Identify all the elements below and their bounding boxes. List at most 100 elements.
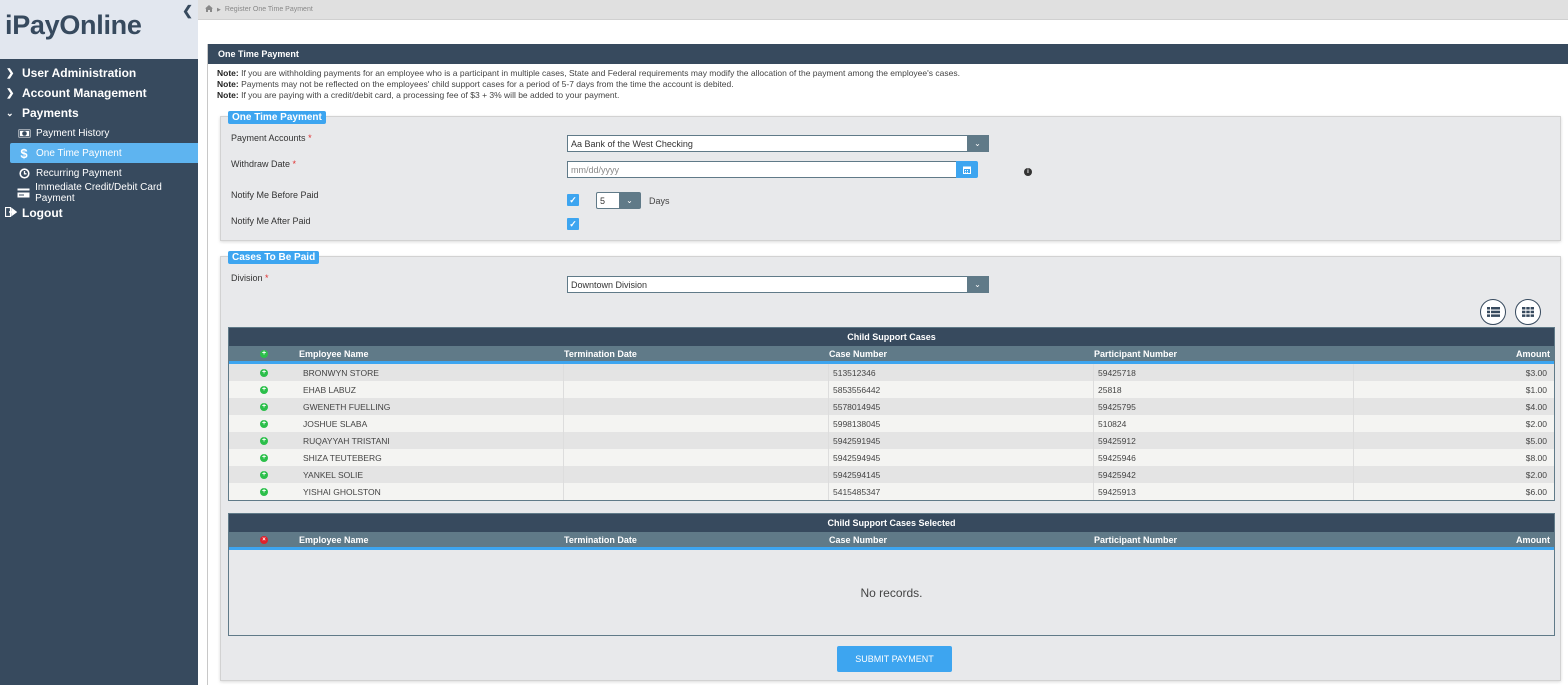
add-case-icon[interactable]: +	[260, 385, 268, 394]
label-text: Division	[231, 273, 263, 283]
info-icon[interactable]: i	[1024, 168, 1032, 176]
cell-termination-date	[564, 466, 829, 483]
column-header-case-number[interactable]: Case Number	[829, 532, 1094, 547]
payment-accounts-label: Payment Accounts *	[231, 133, 312, 143]
table-row[interactable]: + YISHAI GHOLSTON 5415485347 59425913 $6.00	[229, 483, 1554, 500]
sidebar-item-recurring-payment[interactable]: Recurring Payment	[0, 163, 198, 183]
required-mark: *	[308, 133, 312, 143]
grid-view-button[interactable]	[1515, 299, 1541, 325]
note-prefix: Note:	[217, 79, 239, 89]
sidebar-item-label: Logout	[22, 206, 63, 220]
table-row[interactable]: + RUQAYYAH TRISTANI 5942591945 59425912 $5.0…	[229, 432, 1554, 449]
list-view-icon	[1486, 307, 1500, 317]
column-header-participant-number[interactable]: Participant Number	[1094, 532, 1354, 547]
sidebar-item-account-management[interactable]: ❯ Account Management	[0, 83, 198, 103]
table-title: Child Support Cases	[229, 328, 1554, 346]
cell-participant-number: 59425946	[1094, 449, 1354, 466]
add-case-icon[interactable]: +	[260, 419, 268, 428]
chevron-down-icon[interactable]: ⌄	[619, 193, 640, 208]
sidebar-item-label: Immediate Credit/Debit Card Payment	[35, 182, 162, 204]
add-case-icon[interactable]: +	[260, 436, 268, 445]
chevron-down-icon[interactable]: ⌄	[967, 136, 988, 151]
grid-view-icon	[1522, 307, 1534, 317]
add-case-icon[interactable]: +	[260, 470, 268, 479]
sidebar-item-payments[interactable]: ⌄ Payments	[0, 103, 198, 123]
note-prefix: Note:	[217, 90, 239, 100]
sidebar-item-logout[interactable]: Logout	[0, 203, 198, 223]
division-select[interactable]: Downtown Division ⌄	[567, 276, 989, 293]
note-text: If you are paying with a credit/debit ca…	[238, 90, 620, 100]
cell-amount: $3.00	[1525, 367, 1547, 378]
chevron-down-icon[interactable]: ⌄	[967, 277, 988, 292]
home-icon[interactable]	[205, 5, 213, 14]
table-header: × Employee Name Termination Date Case Nu…	[229, 532, 1554, 550]
cases-fieldset: Cases To Be Paid Division * Downtown Div…	[220, 251, 1561, 681]
payment-fieldset-legend: One Time Payment	[228, 111, 326, 124]
add-all-cell: +	[229, 349, 299, 358]
payment-accounts-select[interactable]: Aa Bank of the West Checking ⌄	[567, 135, 989, 152]
required-mark: *	[292, 159, 297, 169]
calendar-button[interactable]	[956, 161, 978, 178]
list-view-button[interactable]	[1480, 299, 1506, 325]
child-support-cases-table: Child Support Cases + Employee Name Term…	[228, 327, 1555, 501]
date-placeholder: mm/dd/yyyy	[571, 164, 620, 175]
withdraw-date-input[interactable]: mm/dd/yyyy	[567, 161, 957, 178]
remove-all-icon[interactable]: ×	[260, 535, 268, 544]
add-cell: +	[229, 419, 299, 428]
column-header-termination-date[interactable]: Termination Date	[564, 346, 829, 361]
add-case-icon[interactable]: +	[260, 402, 268, 411]
column-header-case-number[interactable]: Case Number	[829, 346, 1094, 361]
column-header-amount[interactable]: Amount	[1354, 346, 1554, 361]
table-title: Child Support Cases Selected	[229, 514, 1554, 532]
money-icon	[0, 129, 36, 138]
table-row[interactable]: + EHAB LABUZ 5853556442 25818 $1.00	[229, 381, 1554, 398]
breadcrumb-current: Register One Time Payment	[224, 6, 313, 13]
division-label: Division *	[231, 273, 269, 283]
add-cell: +	[229, 470, 299, 479]
column-header-termination-date[interactable]: Termination Date	[564, 532, 829, 547]
sidebar-item-immediate-card-payment[interactable]: Immediate Credit/Debit Card Payment	[0, 182, 198, 204]
add-case-icon[interactable]: +	[260, 487, 268, 496]
table-row[interactable]: + GWENETH FUELLING 5578014945 59425795 $4.00	[229, 398, 1554, 415]
column-header-employee-name[interactable]: Employee Name	[299, 532, 564, 547]
table-header: + Employee Name Termination Date Case Nu…	[229, 346, 1554, 364]
cases-fieldset-legend: Cases To Be Paid	[228, 251, 320, 264]
sidebar-nav: ❯ User Administration ❯ Account Manageme…	[0, 59, 198, 223]
select-value: Downtown Division	[571, 279, 648, 290]
sidebar-item-user-administration[interactable]: ❯ User Administration	[0, 63, 198, 83]
column-header-employee-name[interactable]: Employee Name	[299, 346, 564, 361]
chevron-right-icon: ❯	[6, 87, 15, 99]
cell-termination-date	[564, 364, 829, 381]
notify-before-checkbox[interactable]: ✓	[567, 194, 579, 206]
chevron-down-icon: ⌄	[6, 107, 14, 118]
column-header-participant-number[interactable]: Participant Number	[1094, 346, 1354, 361]
add-all-icon[interactable]: +	[260, 349, 268, 358]
table-row[interactable]: + BRONWYN STORE 513512346 59425718 $3.00	[229, 364, 1554, 381]
calendar-icon	[963, 166, 971, 174]
note-text: If you are withholding payments for an e…	[238, 68, 960, 78]
add-cell: +	[229, 385, 299, 394]
sidebar-item-one-time-payment[interactable]: $ One Time Payment	[10, 143, 198, 163]
table-row[interactable]: + JOSHUE SLABA 5998138045 510824 $2.00	[229, 415, 1554, 432]
sidebar-item-payment-history[interactable]: Payment History	[0, 123, 198, 143]
label-text: Payment Accounts	[231, 133, 306, 143]
sidebar-item-label: Payments	[22, 106, 79, 120]
table-row[interactable]: + YANKEL SOLIE 5942594145 59425942 $2.00	[229, 466, 1554, 483]
collapse-sidebar-icon[interactable]: ❮	[182, 3, 193, 19]
table-row[interactable]: + SHIZA TEUTEBERG 5942594945 59425946 $8.00	[229, 449, 1554, 466]
column-header-amount[interactable]: Amount	[1354, 532, 1554, 547]
cell-participant-number: 59425718	[1094, 364, 1354, 381]
notify-days-unit: Days	[649, 196, 670, 206]
submit-payment-button[interactable]: SUBMIT PAYMENT	[837, 646, 952, 672]
notify-after-checkbox[interactable]: ✓	[567, 218, 579, 230]
cell-amount: $2.00	[1525, 418, 1547, 429]
cell-case-number: 5853556442	[829, 381, 1094, 398]
child-support-cases-selected-table: Child Support Cases Selected × Employee …	[228, 513, 1555, 636]
cell-case-number: 5578014945	[829, 398, 1094, 415]
note: Note: If you are paying with a credit/de…	[217, 90, 1568, 101]
notify-days-select[interactable]: 5 ⌄	[596, 192, 641, 209]
add-case-icon[interactable]: +	[260, 368, 268, 377]
add-case-icon[interactable]: +	[260, 453, 268, 462]
app-logo: iPayOnline	[5, 10, 142, 40]
main-panel: One Time Payment Note: If you are withho…	[207, 44, 1568, 685]
